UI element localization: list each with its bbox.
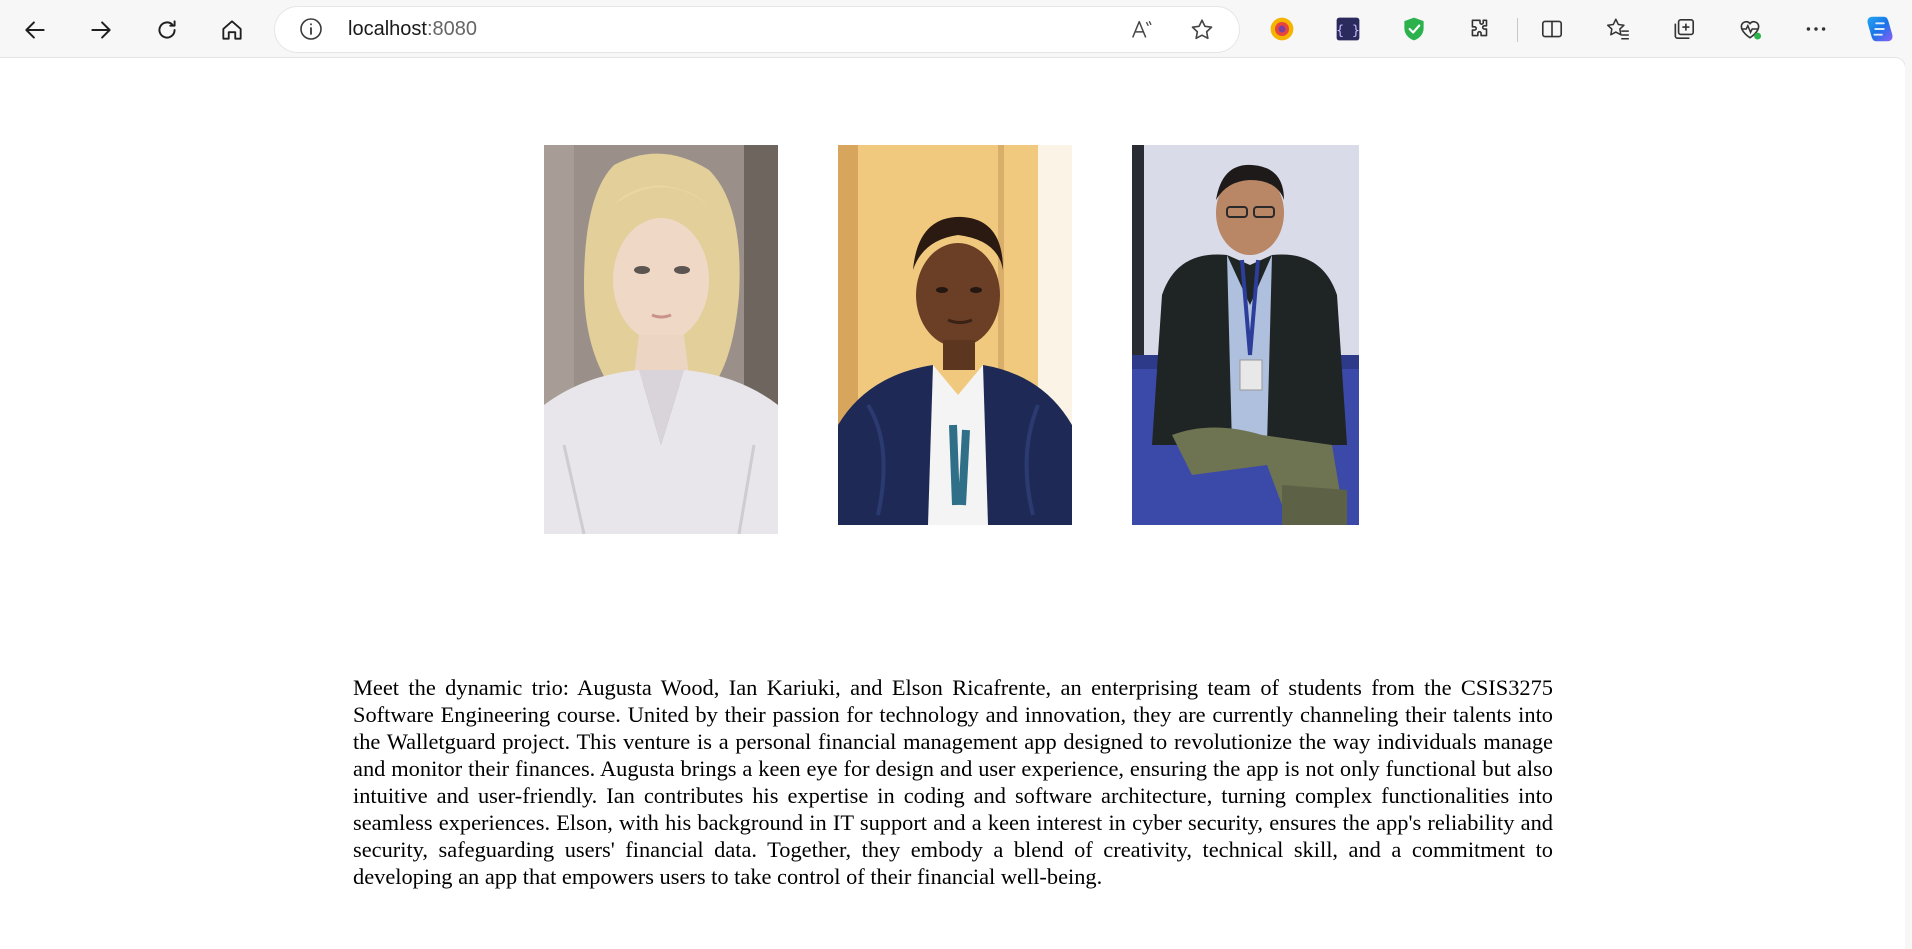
colorful-extension-icon[interactable] [1266, 13, 1298, 45]
back-arrow-icon [25, 21, 45, 39]
address-bar[interactable]: localhost:8080 [275, 7, 1239, 52]
site-info-icon[interactable] [299, 17, 323, 41]
extensions-puzzle-icon[interactable] [1464, 13, 1496, 45]
url-host: localhost [348, 18, 427, 40]
url-port: :8080 [426, 18, 477, 40]
bracket-extension-icon[interactable]: { } [1332, 13, 1364, 45]
forward-button[interactable] [83, 12, 119, 48]
toolbar-divider [1517, 18, 1518, 42]
url-text[interactable]: localhost:8080 [348, 17, 477, 41]
team-photo-augusta [544, 145, 778, 534]
favorites-icon[interactable] [1602, 13, 1634, 45]
reload-icon [158, 20, 176, 39]
team-photo-ian [838, 145, 1072, 525]
team-photo-elson [1132, 145, 1359, 525]
home-button[interactable] [214, 12, 250, 48]
browser-toolbar: localhost:8080 { } [0, 0, 1912, 58]
svg-text:{ }: { } [1336, 23, 1360, 38]
home-icon [222, 20, 242, 40]
forward-arrow-icon [91, 21, 111, 39]
shield-check-icon[interactable] [1398, 13, 1430, 45]
reload-button[interactable] [149, 12, 185, 48]
split-screen-icon[interactable] [1536, 13, 1568, 45]
more-menu-icon[interactable] [1800, 13, 1832, 45]
copilot-icon[interactable] [1862, 11, 1898, 47]
collections-icon[interactable] [1668, 13, 1700, 45]
back-button[interactable] [17, 12, 53, 48]
favorite-star-icon[interactable] [1188, 16, 1216, 44]
read-aloud-icon[interactable] [1128, 16, 1156, 44]
browser-essentials-icon[interactable] [1734, 13, 1766, 45]
page-content: Meet the dynamic trio: Augusta Wood, Ian… [0, 58, 1905, 949]
team-description: Meet the dynamic trio: Augusta Wood, Ian… [353, 675, 1553, 889]
page-scrollbar[interactable] [1905, 58, 1912, 949]
